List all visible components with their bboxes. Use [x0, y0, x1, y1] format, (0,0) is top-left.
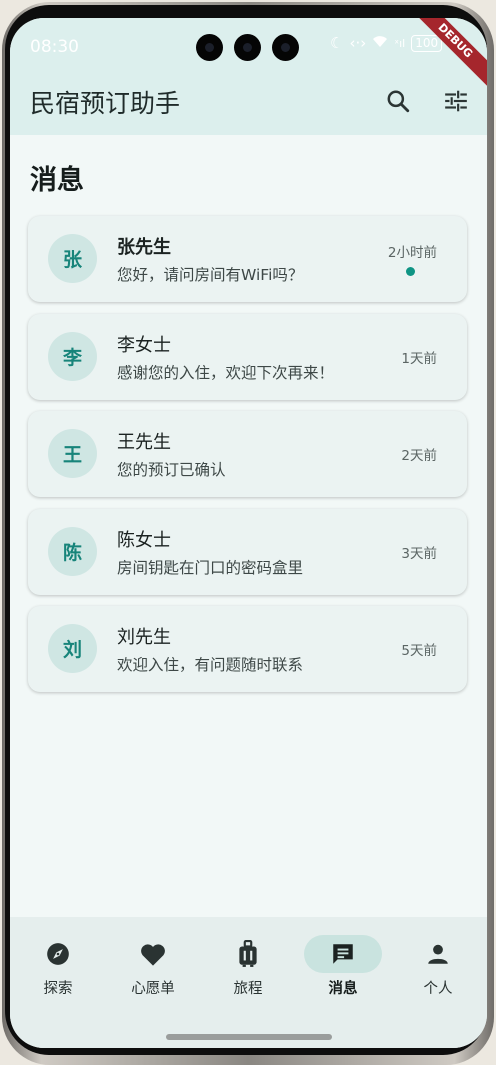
camera-lens-icon: [272, 34, 299, 61]
home-indicator[interactable]: [165, 1034, 332, 1040]
debug-banner: DEBUG: [406, 18, 487, 90]
nav-item-profile[interactable]: 个人: [390, 917, 486, 1017]
signal-icon: ˣıl: [394, 36, 406, 50]
search-icon[interactable]: [385, 88, 411, 114]
status-icons: ☾ ‹·› ˣıl 100: [330, 34, 443, 52]
message-preview: 您好，请问房间有WiFi吗？: [117, 266, 304, 284]
status-time: 08:30: [30, 37, 79, 57]
heart-icon: [114, 935, 192, 973]
message-card[interactable]: 李 李女士 感谢您的入住，欢迎下次再来！ 1天前: [28, 313, 467, 400]
chat-icon: [304, 935, 382, 973]
sender-name: 李女士: [117, 334, 171, 356]
message-card[interactable]: 刘 刘先生 欢迎入住，有问题随时联系 5天前: [28, 606, 467, 692]
message-time: 2小时前: [387, 245, 437, 261]
sender-name: 张先生: [117, 237, 171, 258]
camera-lens-icon: [234, 34, 261, 61]
avatar: 张: [48, 234, 97, 283]
message-preview: 您的预订已确认: [117, 461, 226, 479]
page-title: 消息: [30, 165, 84, 196]
tune-icon[interactable]: [443, 88, 469, 114]
hotspot-icon: ‹·›: [349, 34, 367, 52]
message-card[interactable]: 王 王先生 您的预订已确认 2天前: [28, 411, 467, 497]
message-time: 1天前: [401, 350, 437, 367]
person-icon: [399, 935, 477, 973]
message-time: 2天前: [401, 448, 437, 464]
moon-icon: ☾: [330, 34, 344, 52]
avatar: 王: [48, 429, 97, 478]
avatar: 李: [48, 331, 97, 381]
compass-icon: [19, 935, 97, 973]
unread-dot: [406, 267, 415, 276]
message-card[interactable]: 陈 陈女士 房间钥匙在门口的密码盒里 3天前: [28, 508, 467, 595]
nav-label: 旅程: [233, 981, 263, 997]
nav-item-explore[interactable]: 探索: [10, 917, 106, 1017]
message-preview: 感谢您的入住，欢迎下次再来！: [117, 363, 335, 382]
message-preview: 房间钥匙在门口的密码盒里: [117, 558, 304, 577]
nav-item-messages[interactable]: 消息: [295, 917, 391, 1017]
message-preview: 欢迎入住，有问题随时联系: [117, 656, 304, 674]
luggage-icon: [209, 935, 287, 973]
nav-label: 个人: [423, 981, 453, 997]
wifi-icon: [372, 34, 388, 52]
phone-screen: 08:30 ☾ ‹·› ˣıl 100 DEBUG 民宿预订助手 消息 张 张先…: [10, 18, 487, 1048]
message-list: 张 张先生 您好，请问房间有WiFi吗？ 2小时前 李 李女士 感谢您的入住，欢…: [28, 216, 467, 704]
avatar: 陈: [48, 526, 97, 576]
sender-name: 王先生: [117, 432, 171, 453]
camera-lens-icon: [196, 34, 223, 61]
message-time: 5天前: [401, 643, 437, 659]
message-time: 3天前: [401, 545, 437, 562]
nav-label: 心愿单: [131, 981, 175, 997]
nav-label: 消息: [328, 981, 358, 997]
avatar: 刘: [48, 624, 97, 673]
message-card[interactable]: 张 张先生 您好，请问房间有WiFi吗？ 2小时前: [28, 216, 467, 302]
sender-name: 刘先生: [117, 627, 171, 648]
nav-item-wishlist[interactable]: 心愿单: [105, 917, 201, 1017]
bottom-navigation: 探索 心愿单 旅程 消息 个人: [10, 917, 487, 1048]
app-bar: 08:30 ☾ ‹·› ˣıl 100 DEBUG 民宿预订助手: [10, 18, 487, 135]
sender-name: 陈女士: [117, 529, 171, 551]
app-title: 民宿预订助手: [30, 89, 181, 118]
nav-label: 探索: [43, 981, 73, 997]
nav-item-trips[interactable]: 旅程: [200, 917, 296, 1017]
